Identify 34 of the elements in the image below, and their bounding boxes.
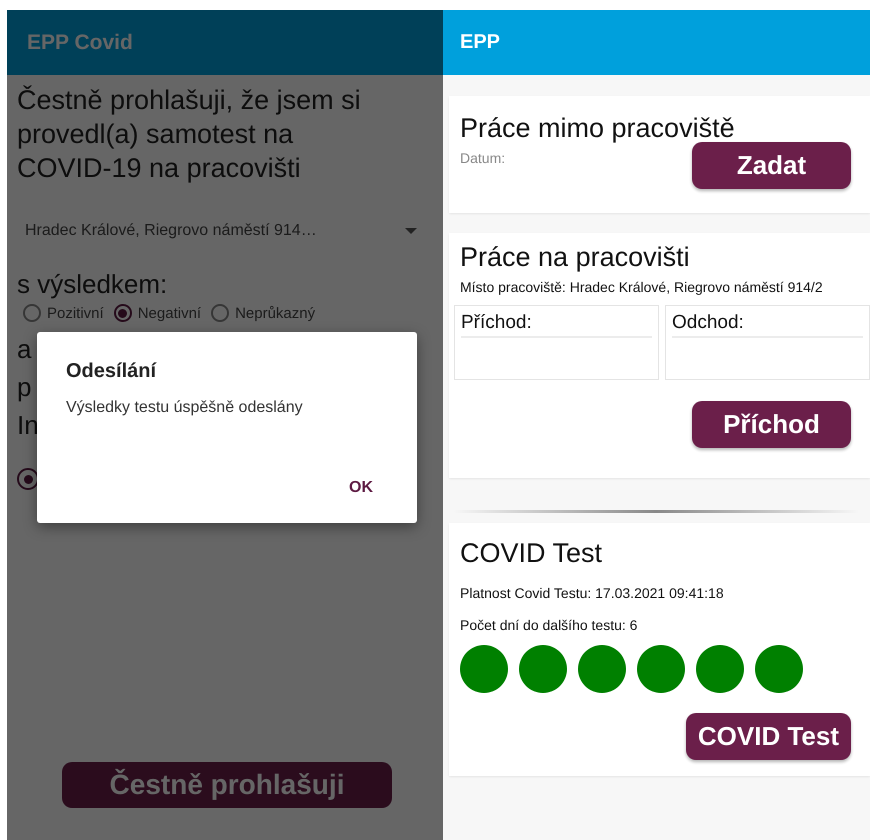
card-title: COVID Test xyxy=(460,537,604,569)
partial-text: In xyxy=(17,410,40,440)
day-dot xyxy=(578,645,626,693)
time-label: Odchod: xyxy=(672,312,863,338)
card-title: Práce na pracovišti xyxy=(460,241,691,273)
day-dot xyxy=(460,645,508,693)
declare-button[interactable]: Čestně prohlašuji xyxy=(62,762,392,808)
result-label: s výsledkem: xyxy=(17,269,168,300)
days-left-text: Počet dní do dalšího testu: 6 xyxy=(460,617,638,633)
workplace-dropdown[interactable]: Hradec Králové, Riegrovo náměstí 914… xyxy=(25,213,417,249)
covid-test-button[interactable]: COVID Test xyxy=(686,713,851,760)
arrival-button[interactable]: Příchod xyxy=(692,401,851,448)
dialog-message: Výsledky testu úspěšně odeslány xyxy=(66,399,304,417)
time-label: Příchod: xyxy=(461,312,652,338)
ok-button[interactable]: OK xyxy=(345,475,377,501)
radio-option[interactable]: Negativní xyxy=(114,304,202,322)
day-dot xyxy=(637,645,685,693)
declaration-text: Čestně prohlašuji, že jsem si provedl(a) samotest na COVID-19 na pracovišti xyxy=(17,84,362,185)
day-dot xyxy=(519,645,567,693)
app-title: EPP Covid xyxy=(27,30,133,54)
partial-text: a xyxy=(17,334,32,364)
dropdown-caret-icon xyxy=(405,228,417,234)
dialog-title: Odesílání xyxy=(66,360,156,383)
day-dot xyxy=(696,645,744,693)
day-dot xyxy=(755,645,803,693)
date-label: Datum: xyxy=(460,150,506,166)
partial-text: p xyxy=(17,372,32,402)
validity-text: Platnost Covid Testu: 17.03.2021 09:41:18 xyxy=(460,585,725,601)
radio-option[interactable]: Neprůkazný xyxy=(211,304,316,322)
enter-button[interactable]: Zadat xyxy=(692,142,851,189)
radio-option[interactable]: Pozitivní xyxy=(23,304,104,322)
card-title: Práce mimo pracoviště xyxy=(460,112,736,144)
workplace-text: Místo pracoviště: Hradec Králové, Riegrovo náměstí 914/2 xyxy=(460,279,824,295)
app-title: EPP xyxy=(460,31,500,54)
